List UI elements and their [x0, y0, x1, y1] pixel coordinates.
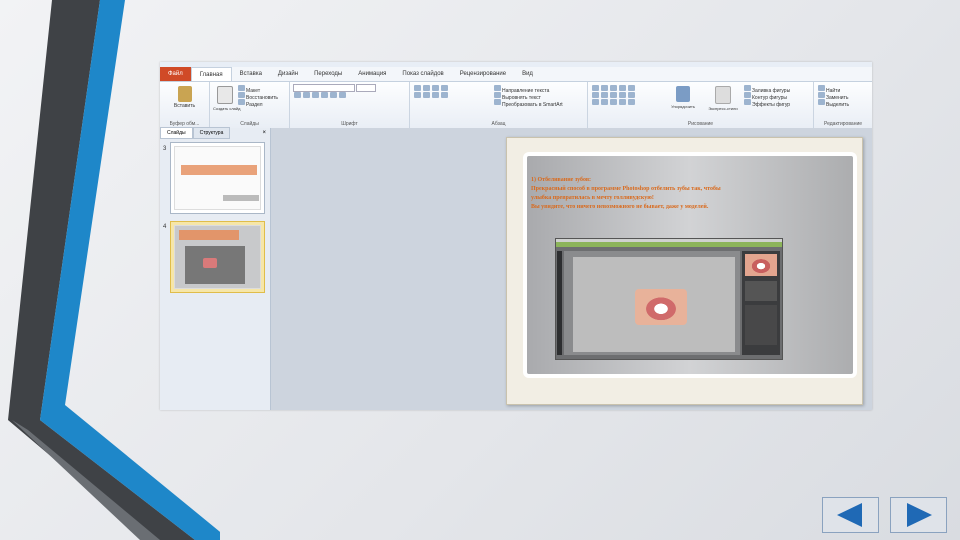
font-size-field[interactable]: [356, 84, 377, 92]
slide-thumbnail-4[interactable]: [170, 221, 265, 293]
slides-pane: Слайды Структура × 3 4: [160, 127, 271, 410]
group-drawing: Упорядочить Экспресс-стили Заливка фигур…: [588, 82, 814, 128]
powerpoint-screenshot: Файл Главная Вставка Дизайн Переходы Ани…: [160, 62, 872, 410]
tab-outline[interactable]: Структура: [192, 127, 231, 139]
replace-button[interactable]: Заменить: [817, 91, 869, 101]
thumb-lips: [203, 258, 217, 268]
ps-navigator-thumb: [745, 254, 777, 276]
select-button[interactable]: Выделить: [817, 98, 869, 108]
tab-animations[interactable]: Анимация: [350, 67, 394, 81]
group-editing: Найти Заменить Выделить Редактирование: [814, 82, 872, 128]
paste-icon: [177, 86, 192, 102]
tab-review[interactable]: Рецензирование: [452, 67, 514, 81]
slide-number: 4: [163, 224, 167, 230]
text-direction-button[interactable]: Направление текста: [493, 84, 563, 94]
slide-text-line: улыбка превратилась в мечту голливудскую…: [531, 195, 654, 201]
shape-effects-button[interactable]: Эффекты фигур: [743, 98, 790, 108]
photoshop-screenshot-image[interactable]: [555, 238, 783, 360]
slide-stage: 1) Отбеливание зубов: Прекрасный способ …: [271, 128, 872, 410]
next-slide-button[interactable]: [890, 497, 947, 533]
arrow-left-icon: [837, 503, 862, 527]
ps-history-panel: [745, 305, 777, 345]
thumb-subtitle: [223, 195, 259, 201]
layout-button[interactable]: Макет: [237, 84, 278, 94]
slide-text-line: 1) Отбеливание зубов:: [531, 177, 592, 183]
new-slide-icon: [217, 86, 233, 104]
paste-button[interactable]: Вставить: [163, 103, 206, 110]
group-label: Редактирование: [823, 121, 863, 127]
group-slides: Создать слайд Макет Восстановить Раздел …: [210, 82, 290, 128]
ps-options-bar: [556, 242, 782, 247]
smartart-button[interactable]: Преобразовать в SmartArt: [493, 98, 563, 108]
new-slide-button[interactable]: Создать слайд: [213, 105, 240, 112]
ps-layers-panel: [745, 281, 777, 301]
tab-slides[interactable]: Слайды: [160, 127, 193, 139]
arrow-right-icon: [907, 503, 932, 527]
find-button[interactable]: Найти: [817, 84, 869, 94]
group-label: Рисование: [687, 121, 714, 127]
thumb-title: [181, 165, 257, 175]
workspace: Слайды Структура × 3 4 1) Отбеливание зу…: [160, 127, 872, 410]
group-clipboard: Вставить Буфер обм...: [160, 82, 210, 128]
ribbon: Вставить Буфер обм... Создать слайд Маке…: [160, 82, 872, 129]
quick-styles-icon: [715, 86, 731, 104]
tab-view[interactable]: Вид: [514, 67, 541, 81]
ps-document: [573, 257, 735, 352]
ribbon-tabs: Файл Главная Вставка Дизайн Переходы Ани…: [160, 67, 872, 82]
arrange-button[interactable]: Упорядочить: [663, 103, 703, 110]
shape-fill-button[interactable]: Заливка фигуры: [743, 84, 790, 94]
slide-text[interactable]: 1) Отбеливание зубов: Прекрасный способ …: [531, 176, 831, 212]
ps-panels: [742, 251, 780, 355]
tab-transitions[interactable]: Переходы: [306, 67, 350, 81]
reset-button[interactable]: Восстановить: [237, 91, 278, 101]
ps-toolbar: [557, 251, 562, 355]
previous-slide-button[interactable]: [822, 497, 879, 533]
group-label: Шрифт: [341, 121, 358, 127]
tab-insert[interactable]: Вставка: [232, 67, 270, 81]
tab-slideshow[interactable]: Показ слайдов: [394, 67, 451, 81]
pane-tabs: Слайды Структура ×: [160, 127, 270, 139]
slide-text-line: Вы увидите, что ничего невозможного не б…: [531, 204, 709, 210]
group-font: Шрифт: [290, 82, 410, 128]
slide-content-panel: 1) Отбеливание зубов: Прекрасный способ …: [523, 152, 857, 378]
quick-styles-button[interactable]: Экспресс-стили: [703, 105, 743, 112]
thumb-text: [179, 230, 239, 240]
ps-canvas: [564, 251, 740, 355]
arrange-icon: [676, 86, 690, 102]
group-label: Абзац: [491, 121, 506, 127]
tab-home[interactable]: Главная: [190, 67, 232, 81]
tab-design[interactable]: Дизайн: [270, 67, 306, 81]
smile-photo: [635, 289, 687, 325]
align-text-button[interactable]: Выровнять текст: [493, 91, 563, 101]
shape-outline-button[interactable]: Контур фигуры: [743, 91, 790, 101]
close-icon[interactable]: ×: [262, 130, 266, 136]
group-paragraph: Направление текста Выровнять текст Преоб…: [410, 82, 588, 128]
slide-thumbnail-3[interactable]: [170, 142, 265, 214]
slide-text-line: Прекрасный способ в программе Photoshop …: [531, 186, 721, 192]
slide-canvas[interactable]: 1) Отбеливание зубов: Прекрасный способ …: [506, 137, 863, 405]
tab-file[interactable]: Файл: [160, 67, 191, 81]
slide-number: 3: [163, 146, 167, 152]
